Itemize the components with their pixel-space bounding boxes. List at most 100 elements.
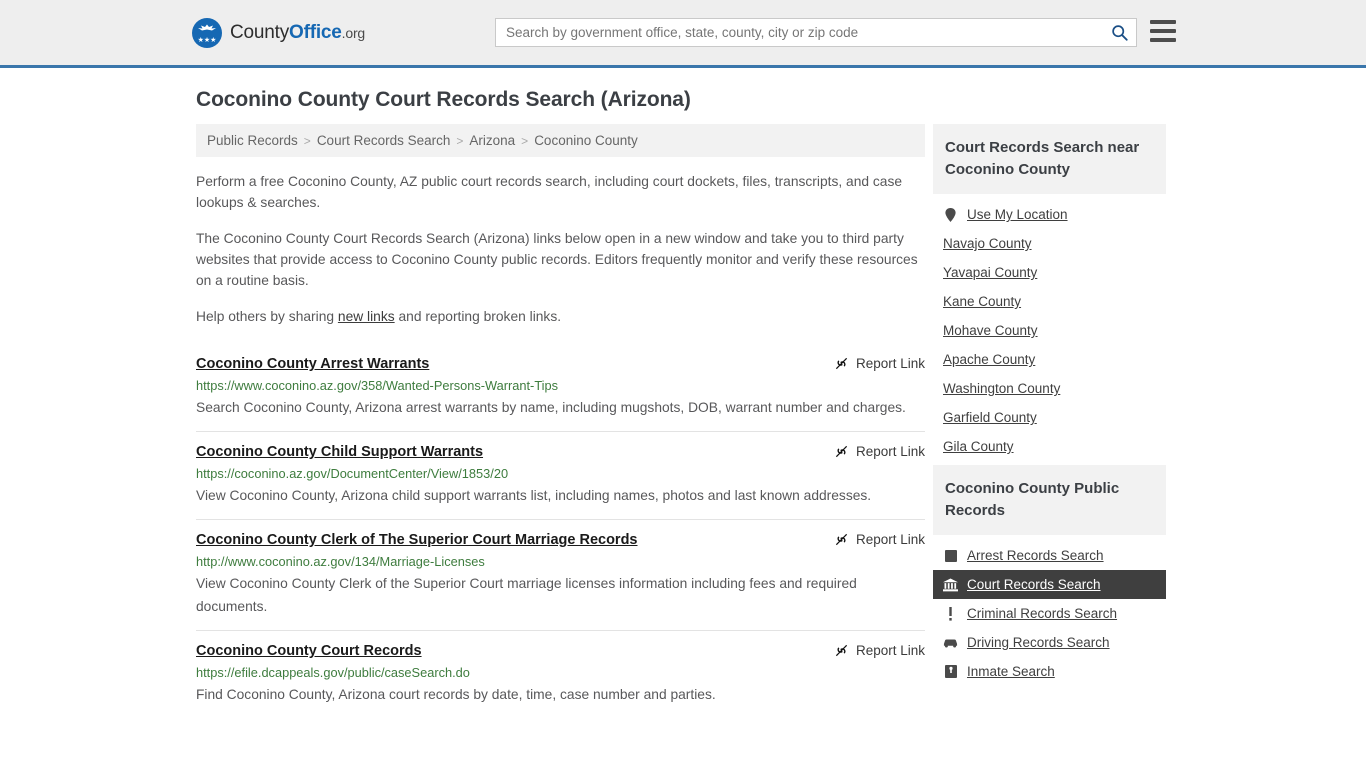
- result-url: https://coconino.az.gov/DocumentCenter/V…: [196, 466, 509, 481]
- intro-p3-after: and reporting broken links.: [394, 309, 562, 324]
- report-link-label: Report Link: [855, 532, 925, 547]
- sidebar-item-washington-county[interactable]: Washington County: [933, 374, 1166, 403]
- sidebar-item-mohave-county[interactable]: Mohave County: [933, 316, 1166, 345]
- content-columns: Public Records > Court Records Search > …: [196, 124, 1174, 718]
- sidebar-item-yavapai-county[interactable]: Yavapai County: [933, 258, 1166, 287]
- breadcrumb-item-public-records[interactable]: Public Records: [207, 133, 298, 148]
- report-link-label: Report Link: [855, 356, 925, 371]
- breadcrumb-item-arizona[interactable]: Arizona: [469, 133, 515, 148]
- public-records-list: Arrest Records Search Court Records Sear…: [933, 535, 1166, 686]
- sidebar-item-apache-county[interactable]: Apache County: [933, 345, 1166, 374]
- result-title-link[interactable]: Coconino County Court Records: [196, 642, 422, 660]
- brand-part-org: .org: [341, 24, 366, 41]
- hamburger-bar: [1150, 29, 1176, 33]
- intro-p3-before: Help others by sharing: [196, 309, 338, 324]
- report-link-button[interactable]: Report Link: [834, 443, 925, 459]
- report-link-button[interactable]: Report Link: [834, 642, 925, 658]
- breadcrumb-separator: >: [521, 133, 529, 148]
- nearby-counties-title: Court Records Search near Coconino Count…: [933, 124, 1166, 194]
- sidebar-item-label: Kane County: [943, 294, 1022, 309]
- exclamation-icon: [943, 606, 958, 621]
- broken-link-icon: [835, 357, 848, 370]
- stars-glyph: ★★★: [197, 36, 217, 44]
- sidebar-item-inmate-search[interactable]: Inmate Search: [933, 657, 1166, 686]
- result-title-link[interactable]: Coconino County Arrest Warrants: [196, 355, 429, 373]
- page-container: Coconino County Court Records Search (Ar…: [0, 88, 1366, 718]
- hamburger-bar: [1150, 38, 1176, 42]
- result-description: View Coconino County Clerk of the Superi…: [196, 576, 857, 614]
- breadcrumb-separator: >: [456, 133, 464, 148]
- main-column: Public Records > Court Records Search > …: [196, 124, 925, 718]
- result-url: https://efile.dcappeals.gov/public/caseS…: [196, 665, 470, 680]
- sidebar: Court Records Search near Coconino Count…: [933, 124, 1166, 718]
- brand-wordmark: CountyOffice.org: [230, 22, 365, 44]
- sidebar-item-court-records-search[interactable]: Court Records Search: [933, 570, 1166, 599]
- eagle-seal-icon: ★★★: [192, 17, 222, 48]
- courthouse-icon: [943, 577, 958, 592]
- sidebar-item-label: Navajo County: [943, 236, 1032, 251]
- result-header: Coconino County Child Support Warrants R…: [196, 443, 925, 461]
- search-input[interactable]: [496, 19, 1102, 46]
- sidebar-item-criminal-records-search[interactable]: Criminal Records Search: [933, 599, 1166, 628]
- search-bar[interactable]: [495, 18, 1137, 47]
- intro-paragraph-3: Help others by sharing new links and rep…: [196, 306, 925, 327]
- brand-part-office: Office: [289, 21, 342, 43]
- report-link-button[interactable]: Report Link: [834, 355, 925, 371]
- car-icon: [943, 635, 958, 650]
- sidebar-item-use-my-location[interactable]: Use My Location: [933, 200, 1166, 229]
- map-pin-icon: [943, 207, 958, 222]
- breadcrumb-item-court-records-search[interactable]: Court Records Search: [317, 133, 451, 148]
- sidebar-item-kane-county[interactable]: Kane County: [933, 287, 1166, 316]
- page-title: Coconino County Court Records Search (Ar…: [196, 88, 691, 111]
- broken-link-icon: [835, 445, 848, 458]
- sidebar-item-label: Gila County: [943, 439, 1014, 454]
- sidebar-item-label: Mohave County: [943, 323, 1038, 338]
- site-header: ★★★ CountyOffice.org: [0, 0, 1366, 68]
- result-item: Coconino County Court Records Report Lin…: [196, 630, 925, 718]
- new-links-link[interactable]: new links: [338, 309, 395, 324]
- result-item: Coconino County Child Support Warrants R…: [196, 431, 925, 519]
- result-description: View Coconino County, Arizona child supp…: [196, 488, 872, 503]
- report-link-label: Report Link: [855, 444, 925, 459]
- nearby-counties-panel: Court Records Search near Coconino Count…: [933, 124, 1166, 461]
- square-badge-icon: [943, 548, 958, 563]
- sidebar-item-gila-county[interactable]: Gila County: [933, 432, 1166, 461]
- result-description: Find Coconino County, Arizona court reco…: [196, 687, 716, 702]
- hamburger-menu-icon[interactable]: [1150, 20, 1176, 42]
- result-header: Coconino County Clerk of The Superior Co…: [196, 531, 925, 549]
- nearby-counties-list: Use My Location Navajo County Yavapai Co…: [933, 194, 1166, 461]
- sidebar-item-label: Inmate Search: [967, 664, 1055, 679]
- result-item: Coconino County Clerk of The Superior Co…: [196, 519, 925, 630]
- brand-part-county: County: [230, 21, 290, 43]
- result-item: Coconino County Arrest Warrants Report L…: [196, 347, 925, 431]
- report-link-button[interactable]: Report Link: [834, 531, 925, 547]
- sidebar-item-navajo-county[interactable]: Navajo County: [933, 229, 1166, 258]
- search-icon: [1111, 25, 1128, 41]
- result-url: https://www.coconino.az.gov/358/Wanted-P…: [196, 378, 559, 393]
- sidebar-item-label: Garfield County: [943, 410, 1037, 425]
- breadcrumb-separator: >: [303, 133, 311, 148]
- sidebar-item-arrest-records-search[interactable]: Arrest Records Search: [933, 541, 1166, 570]
- sidebar-item-label: Criminal Records Search: [967, 606, 1118, 621]
- result-header: Coconino County Arrest Warrants Report L…: [196, 355, 925, 373]
- result-title-link[interactable]: Coconino County Child Support Warrants: [196, 443, 483, 461]
- result-title-link[interactable]: Coconino County Clerk of The Superior Co…: [196, 531, 638, 549]
- sidebar-item-label: Washington County: [943, 381, 1061, 396]
- public-records-title: Coconino County Public Records: [933, 465, 1166, 535]
- sidebar-item-driving-records-search[interactable]: Driving Records Search: [933, 628, 1166, 657]
- public-records-panel: Coconino County Public Records Arrest Re…: [933, 465, 1166, 686]
- report-link-label: Report Link: [855, 643, 925, 658]
- intro-paragraph-2: The Coconino County Court Records Search…: [196, 231, 918, 288]
- broken-link-icon: [835, 533, 848, 546]
- sidebar-item-label: Use My Location: [967, 207, 1068, 222]
- breadcrumb-item-coconino-county[interactable]: Coconino County: [534, 133, 638, 148]
- search-button[interactable]: [1102, 19, 1136, 46]
- eagle-glyph: [198, 24, 216, 30]
- result-url: http://www.coconino.az.gov/134/Marriage-…: [196, 554, 485, 569]
- intro-paragraph-1: Perform a free Coconino County, AZ publi…: [196, 174, 903, 210]
- breadcrumb: Public Records > Court Records Search > …: [196, 124, 925, 157]
- site-logo[interactable]: ★★★ CountyOffice.org: [192, 17, 365, 48]
- sidebar-item-label: Yavapai County: [943, 265, 1038, 280]
- sidebar-item-garfield-county[interactable]: Garfield County: [933, 403, 1166, 432]
- hamburger-bar: [1150, 20, 1176, 24]
